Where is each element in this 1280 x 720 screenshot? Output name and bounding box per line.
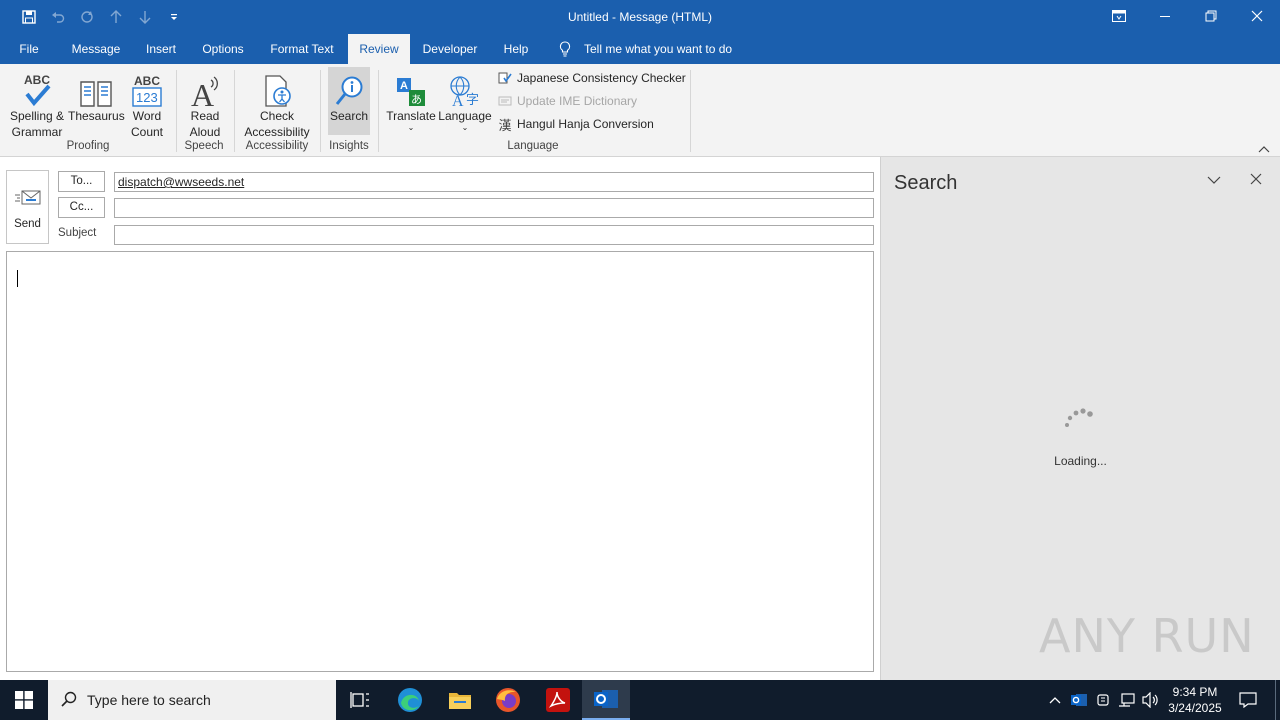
ime-dictionary-icon	[497, 93, 513, 109]
thesaurus-button[interactable]: Thesaurus	[68, 68, 125, 124]
pane-close-icon[interactable]	[1250, 173, 1262, 188]
group-label-language: Language	[507, 140, 559, 152]
send-button[interactable]: Send	[6, 170, 49, 244]
tab-review[interactable]: Review	[348, 34, 410, 64]
outlook-taskbar-icon[interactable]	[582, 680, 630, 720]
clock[interactable]: 9:34 PM 3/24/2025	[1164, 684, 1226, 716]
spelling-check-icon: ABC	[6, 68, 68, 108]
ribbon-tabs: File Message Insert Options Format Text …	[0, 34, 1280, 64]
lightbulb-icon	[554, 34, 576, 64]
word-count-icon: ABC 123	[124, 68, 170, 108]
device-tray-icon[interactable]	[1093, 680, 1113, 720]
chevron-down-icon: ⌄	[407, 123, 415, 132]
taskbar-search[interactable]: Type here to search	[48, 680, 336, 720]
svg-text:ABC: ABC	[24, 73, 50, 87]
group-label-speech: Speech	[184, 140, 224, 152]
spelling-grammar-button[interactable]: ABC Spelling & Grammar	[6, 68, 68, 140]
message-body[interactable]	[6, 251, 874, 672]
firefox-icon[interactable]	[484, 680, 532, 720]
loading-spinner-icon	[1063, 407, 1095, 434]
svg-text:A: A	[400, 80, 408, 92]
watermark: ANY RUN	[1039, 609, 1255, 663]
restore-button[interactable]	[1188, 0, 1234, 32]
word-count-button[interactable]: ABC 123 Word Count	[124, 68, 170, 140]
svg-text:123: 123	[136, 90, 158, 105]
check-accessibility-button[interactable]: Check Accessibility	[240, 68, 314, 140]
task-view-icon[interactable]	[336, 680, 384, 720]
svg-text:ABC: ABC	[134, 74, 160, 88]
to-field[interactable]: dispatch@wwseeds.net	[114, 172, 874, 192]
read-aloud-button[interactable]: A Read Aloud	[182, 68, 228, 140]
outlook-tray-icon[interactable]	[1069, 680, 1089, 720]
hangul-hanja-conversion-button[interactable]: 漢 Hangul Hanja Conversion	[497, 114, 653, 134]
group-separator	[176, 70, 177, 152]
search-insights-icon	[328, 68, 370, 108]
recipient-address[interactable]: dispatch@wwseeds.net	[118, 175, 244, 189]
volume-icon[interactable]	[1140, 680, 1162, 720]
tab-file[interactable]: File	[8, 34, 50, 64]
language-icon: A字	[438, 68, 492, 108]
tab-help[interactable]: Help	[494, 34, 538, 64]
svg-text:A: A	[191, 77, 214, 108]
hanja-icon: 漢	[498, 118, 512, 134]
title-bar: Untitled - Message (HTML)	[0, 0, 1280, 34]
cc-button[interactable]: Cc...	[58, 197, 105, 218]
group-separator	[690, 70, 691, 152]
to-button[interactable]: To...	[58, 171, 105, 192]
group-separator	[378, 70, 379, 152]
tab-insert[interactable]: Insert	[138, 34, 184, 64]
svg-text:あ: あ	[411, 93, 422, 106]
svg-text:A: A	[452, 93, 464, 108]
update-ime-dictionary-button: Update IME Dictionary	[497, 91, 637, 111]
loading-text: Loading...	[1054, 454, 1107, 468]
language-button[interactable]: A字 Language ⌄	[438, 68, 492, 132]
translate-icon: Aあ	[386, 68, 436, 108]
pane-options-chevron-icon[interactable]	[1207, 174, 1221, 188]
edge-browser-icon[interactable]	[386, 680, 434, 720]
cc-field[interactable]	[114, 198, 874, 218]
tab-options[interactable]: Options	[193, 34, 253, 64]
accessibility-icon	[240, 68, 314, 108]
japanese-consistency-checker-button[interactable]: Japanese Consistency Checker	[497, 68, 686, 88]
pane-title: Search	[894, 172, 958, 194]
search-icon	[61, 691, 77, 710]
taskbar: Type here to search 9:34 PM 3/24/2025	[0, 680, 1280, 720]
japanese-checker-icon	[497, 70, 513, 86]
tab-message[interactable]: Message	[64, 34, 128, 64]
network-icon[interactable]	[1116, 680, 1138, 720]
chevron-down-icon: ⌄	[461, 123, 469, 132]
ribbon-review: ABC Spelling & Grammar Thesaurus ABC 123 …	[0, 64, 1280, 157]
text-cursor	[17, 270, 18, 287]
windows-start-icon[interactable]	[0, 680, 48, 720]
read-aloud-icon: A	[182, 68, 228, 108]
collapse-ribbon-icon[interactable]	[1258, 142, 1270, 156]
compose-area: Send To... dispatch@wwseeds.net Cc... Su…	[0, 157, 880, 680]
group-separator	[234, 70, 235, 152]
file-explorer-icon[interactable]	[436, 680, 484, 720]
subject-label: Subject	[58, 227, 97, 239]
notifications-icon[interactable]	[1234, 680, 1262, 720]
search-pane: Search Loading... ANY RUN	[880, 157, 1280, 680]
group-label-proofing: Proofing	[66, 140, 110, 152]
group-label-insights: Insights	[329, 140, 369, 152]
translate-button[interactable]: Aあ Translate ⌄	[386, 68, 436, 132]
window-title: Untitled - Message (HTML)	[567, 10, 713, 24]
minimize-button[interactable]	[1142, 0, 1188, 32]
show-desktop-button[interactable]	[1275, 680, 1276, 720]
book-icon	[68, 68, 124, 108]
acrobat-reader-icon[interactable]	[534, 680, 582, 720]
tab-format-text[interactable]: Format Text	[263, 34, 341, 64]
tell-me-search[interactable]: Tell me what you want to do	[584, 34, 744, 64]
show-hidden-icons-chevron-icon[interactable]	[1046, 680, 1064, 720]
group-label-accessibility: Accessibility	[245, 140, 309, 152]
ribbon-display-options-icon[interactable]	[1096, 0, 1142, 32]
group-separator	[320, 70, 321, 152]
svg-text:字: 字	[466, 93, 479, 108]
close-button[interactable]	[1234, 0, 1280, 32]
tab-developer[interactable]: Developer	[418, 34, 482, 64]
send-icon	[7, 189, 48, 211]
subject-field[interactable]	[114, 225, 874, 245]
search-button[interactable]: Search	[328, 67, 370, 135]
